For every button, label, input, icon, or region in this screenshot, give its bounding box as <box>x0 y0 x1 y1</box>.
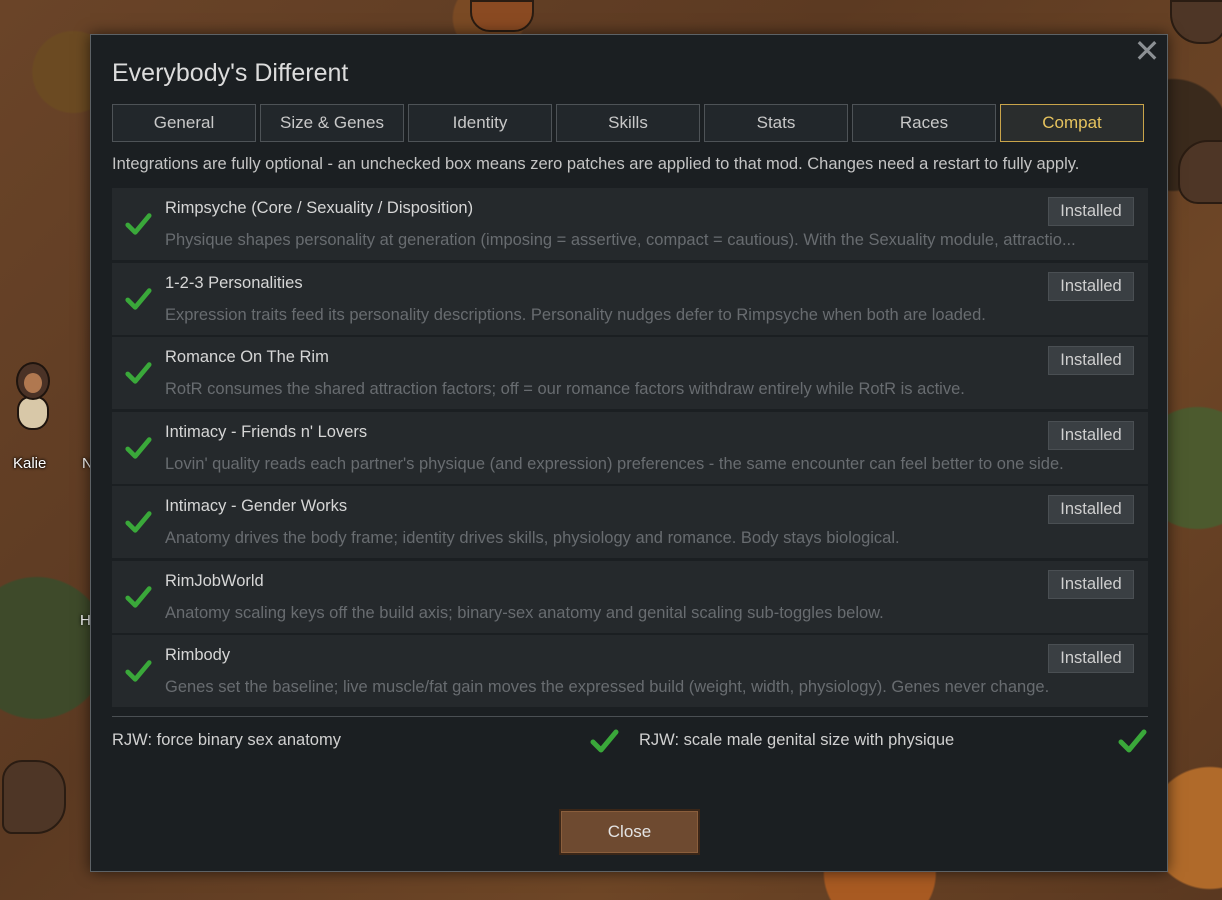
mod-name: Intimacy - Friends n' Lovers <box>165 422 368 441</box>
mod-description: Expression traits feed its personality d… <box>165 305 986 324</box>
mod-description: Anatomy scaling keys off the build axis;… <box>165 603 884 622</box>
divider <box>112 716 1148 717</box>
mod-name: Romance On The Rim <box>165 348 329 366</box>
mod-description: RotR consumes the shared attraction fact… <box>165 380 965 398</box>
option-label-binary-sex: RJW: force binary sex anatomy <box>112 731 341 749</box>
mod-integration-list: Rimpsyche (Core / Sexuality / Dispositio… <box>112 188 1148 710</box>
mod-row[interactable]: Rimpsyche (Core / Sexuality / Dispositio… <box>112 188 1148 260</box>
mod-description: Lovin' quality reads each partner's phys… <box>165 454 1064 473</box>
mod-description: Genes set the baseline; live muscle/fat … <box>165 678 1050 696</box>
close-icon[interactable]: ✕ <box>1133 35 1161 67</box>
rock-terrain <box>2 760 66 834</box>
checkmark-icon[interactable] <box>124 508 152 536</box>
rock-terrain <box>1170 0 1222 44</box>
tab-compat[interactable]: Compat <box>1000 104 1144 142</box>
mod-name: Intimacy - Gender Works <box>165 497 348 515</box>
pawn-body <box>17 396 49 430</box>
tab-races[interactable]: Races <box>852 104 996 142</box>
tab-stats[interactable]: Stats <box>704 104 848 142</box>
installed-badge: Installed <box>1048 420 1134 450</box>
mod-name: 1-2-3 Personalities <box>165 273 303 292</box>
tab-general[interactable]: General <box>112 104 256 142</box>
installed-badge: Installed <box>1048 346 1134 375</box>
checkmark-icon[interactable] <box>124 359 152 387</box>
close-button[interactable]: Close <box>559 809 700 855</box>
mod-name: RimJobWorld <box>165 571 264 590</box>
mod-settings-dialog: ✕ Everybody's Different General Size & G… <box>90 34 1168 872</box>
installed-badge: Installed <box>1048 569 1134 599</box>
option-label-scale-genital: RJW: scale male genital size with physiq… <box>639 731 955 749</box>
checkmark-icon[interactable] <box>1117 726 1147 756</box>
installed-badge: Installed <box>1048 271 1134 301</box>
checkmark-icon[interactable] <box>124 657 152 685</box>
tab-bar: General Size & Genes Identity Skills Sta… <box>112 104 1144 142</box>
mod-description: Physique shapes personality at generatio… <box>165 231 1076 249</box>
checkmark-icon[interactable] <box>589 726 619 756</box>
pawn-head <box>16 362 50 400</box>
mod-row[interactable]: Romance On The Rim RotR consumes the shar… <box>112 337 1148 409</box>
installed-badge: Installed <box>1048 644 1134 673</box>
colonist-pawn[interactable] <box>12 362 52 430</box>
pawn-name-label: Kalie <box>13 455 47 472</box>
mod-row[interactable]: 1-2-3 Personalities Expression traits fee… <box>112 262 1148 335</box>
intro-text: Integrations are fully optional - an unc… <box>112 155 1080 173</box>
rock-terrain <box>470 0 534 32</box>
tab-skills[interactable]: Skills <box>556 104 700 142</box>
mod-row[interactable]: RimJobWorld Anatomy scaling keys off the … <box>112 560 1148 633</box>
installed-badge: Installed <box>1048 495 1134 524</box>
rock-terrain <box>1178 140 1222 204</box>
checkmark-icon[interactable] <box>124 210 152 238</box>
installed-badge: Installed <box>1048 197 1134 226</box>
mod-name: Rimpsyche (Core / Sexuality / Dispositio… <box>165 199 474 217</box>
checkmark-icon[interactable] <box>124 285 152 313</box>
dialog-title: Everybody's Different <box>112 59 349 87</box>
checkmark-icon[interactable] <box>124 434 152 462</box>
tab-identity[interactable]: Identity <box>408 104 552 142</box>
mod-row[interactable]: Intimacy - Gender Works Anatomy drives th… <box>112 486 1148 558</box>
tab-size-genes[interactable]: Size & Genes <box>260 104 404 142</box>
checkmark-icon[interactable] <box>124 583 152 611</box>
mod-row[interactable]: Rimbody Genes set the baseline; live musc… <box>112 635 1148 707</box>
mod-name: Rimbody <box>165 646 231 664</box>
mod-description: Anatomy drives the body frame; identity … <box>165 529 900 547</box>
mod-row[interactable]: Intimacy - Friends n' Lovers Lovin' quali… <box>112 411 1148 484</box>
